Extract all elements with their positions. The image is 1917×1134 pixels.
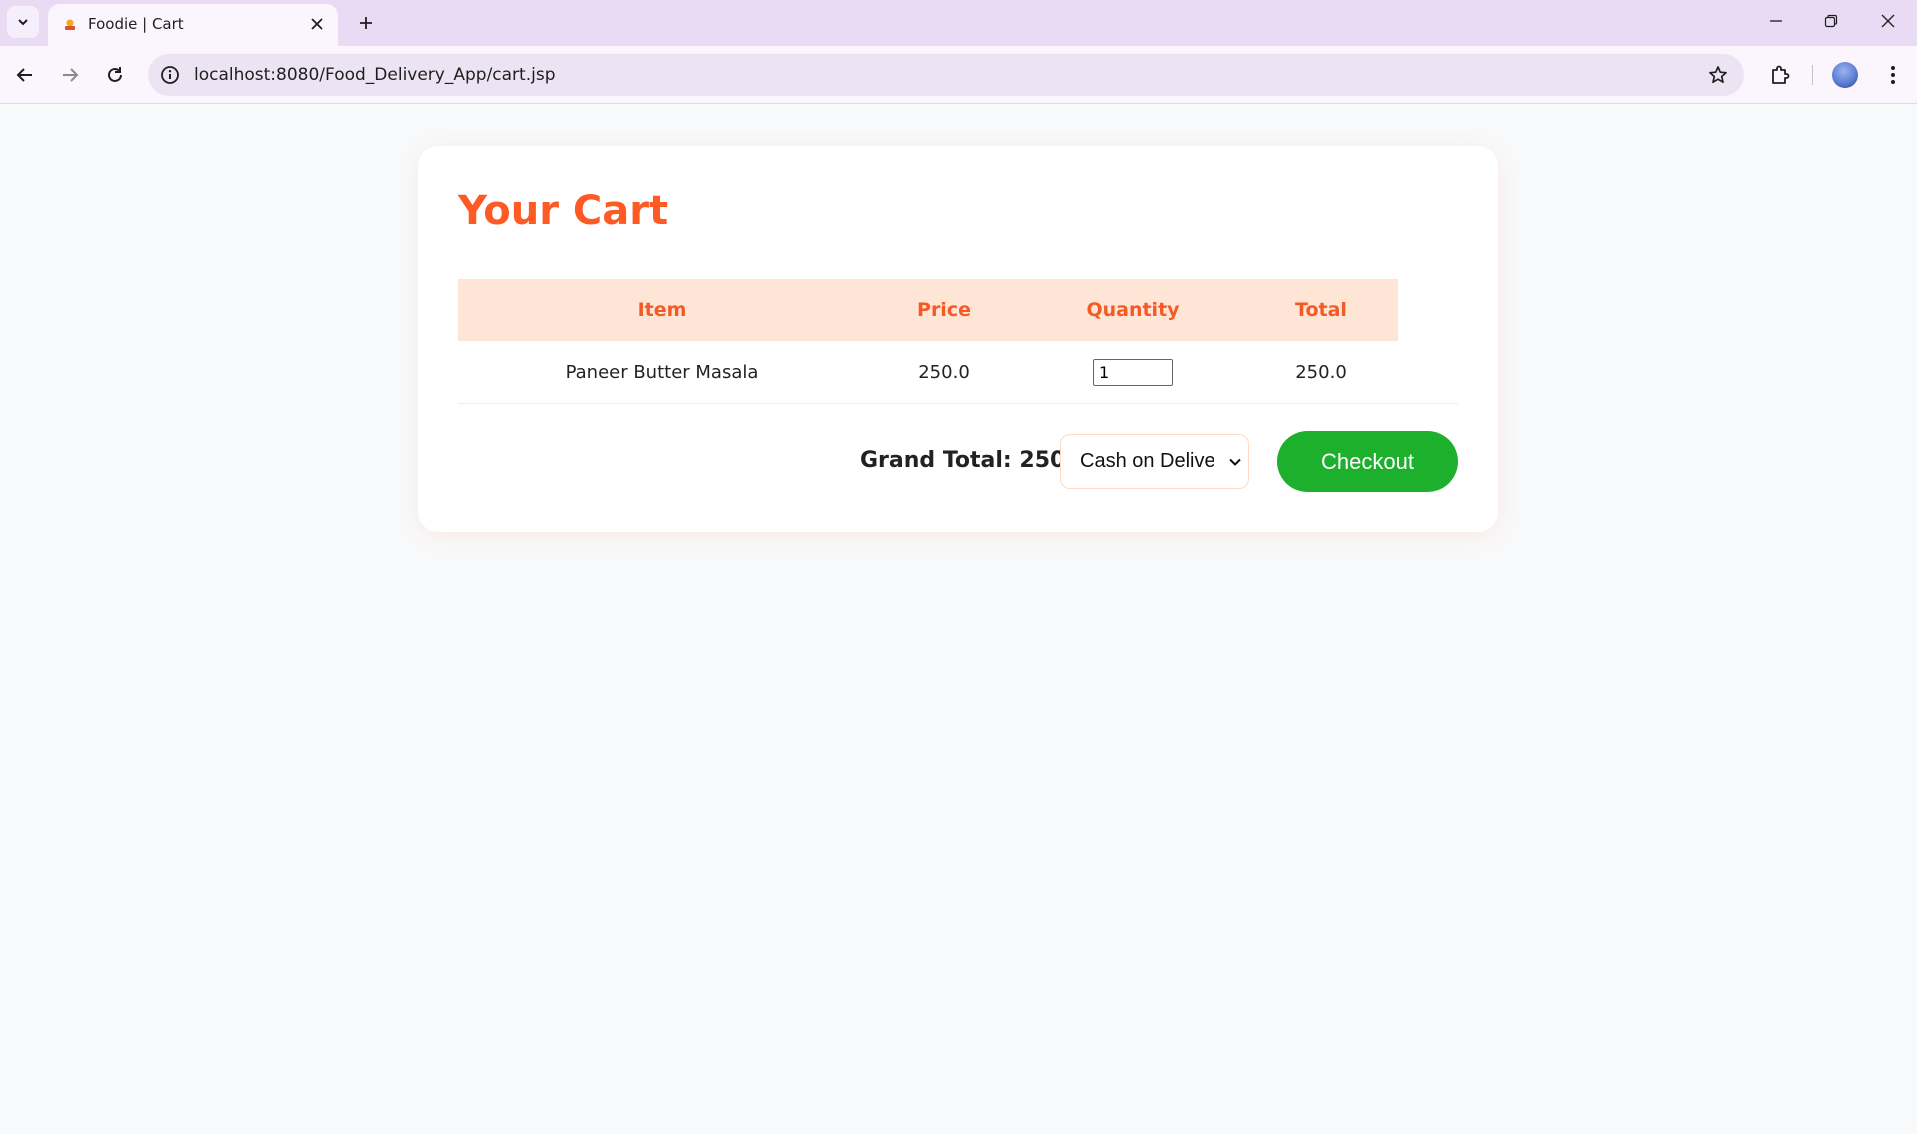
cart-table: Item Price Quantity Total Paneer Butter … — [458, 279, 1398, 404]
tab-active[interactable]: Foodie | Cart — [48, 4, 338, 46]
restore-button[interactable] — [1811, 6, 1851, 36]
toolbar-divider — [1812, 65, 1813, 85]
table-header-row: Item Price Quantity Total — [458, 279, 1398, 341]
payment-method-select[interactable]: Cash on Delivery — [1060, 434, 1249, 489]
chevron-down-icon — [18, 19, 28, 26]
close-icon — [1881, 14, 1895, 28]
column-header-item: Item — [458, 279, 866, 341]
favicon-icon — [65, 19, 75, 30]
forward-button[interactable] — [52, 57, 88, 93]
payment-method-value: Cash on Delivery — [1080, 450, 1214, 472]
restore-icon — [1824, 14, 1838, 28]
reload-icon — [108, 67, 122, 82]
kebab-menu-icon — [1891, 66, 1895, 84]
bookmark-button[interactable] — [1706, 63, 1730, 87]
profile-avatar[interactable] — [1832, 62, 1858, 88]
reload-button[interactable] — [97, 57, 133, 93]
tab-title: Foodie | Cart — [88, 15, 184, 33]
minimize-button[interactable] — [1756, 6, 1796, 36]
tab-close-button[interactable] — [306, 13, 328, 35]
row-divider — [458, 403, 1458, 404]
close-icon — [311, 18, 323, 30]
item-name: Paneer Butter Masala — [565, 362, 759, 383]
arrow-right-icon — [63, 68, 79, 82]
address-bar[interactable]: localhost:8080/Food_Delivery_App/cart.js… — [148, 54, 1744, 96]
back-button[interactable] — [7, 57, 43, 93]
item-price: 250.0 — [918, 362, 970, 383]
tab-list-button[interactable] — [7, 6, 39, 38]
minimize-icon — [1770, 20, 1782, 22]
star-icon — [1709, 66, 1727, 84]
table-row: Paneer Butter Masala 250.0 250.0 — [458, 341, 1398, 404]
page-title: Your Cart — [458, 188, 669, 234]
puzzle-icon — [1772, 65, 1790, 84]
close-window-button[interactable] — [1868, 6, 1908, 36]
quantity-cell — [1022, 341, 1244, 404]
plus-icon — [360, 17, 372, 29]
chevron-down-icon — [1229, 458, 1241, 466]
quantity-input[interactable] — [1093, 359, 1173, 386]
checkout-button[interactable]: Checkout — [1277, 431, 1458, 492]
site-info-button[interactable] — [158, 63, 182, 87]
browser-menu-button[interactable] — [1878, 58, 1908, 92]
grand-total: Grand Total: 250.0 — [860, 448, 1089, 473]
browser-toolbar: localhost:8080/Food_Delivery_App/cart.js… — [0, 46, 1917, 104]
extensions-button[interactable] — [1764, 58, 1798, 92]
url-text[interactable]: localhost:8080/Food_Delivery_App/cart.js… — [194, 65, 556, 85]
cart-card: Your Cart Item Price Quantity Total Pane… — [418, 146, 1498, 532]
column-header-price: Price — [866, 279, 1022, 341]
column-header-quantity: Quantity — [1022, 279, 1244, 341]
new-tab-button[interactable] — [351, 8, 381, 38]
item-total: 250.0 — [1295, 362, 1347, 383]
info-icon — [161, 66, 179, 84]
tab-strip: Foodie | Cart — [0, 0, 1917, 46]
column-header-total: Total — [1244, 279, 1398, 341]
arrow-left-icon — [16, 68, 32, 82]
